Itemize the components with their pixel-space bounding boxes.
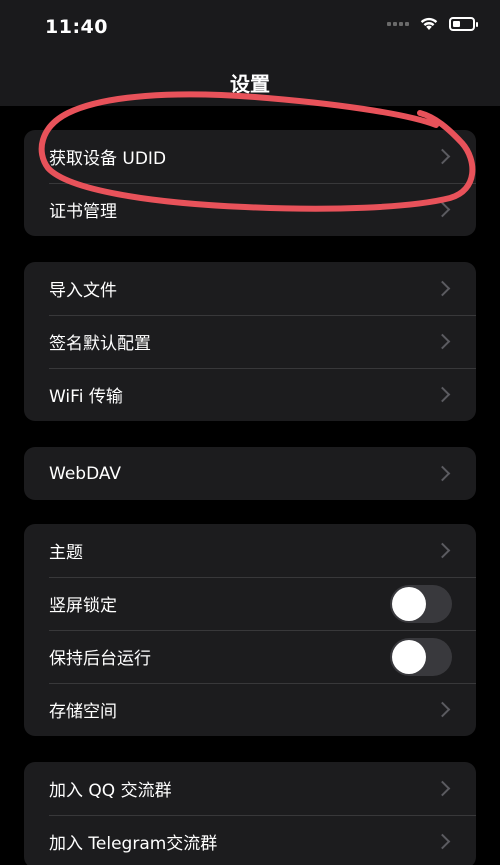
settings-screen: 11:40 设置 获取设备 UDID 证书管理 导入文件 签名默认配置 WiFi… bbox=[0, 0, 500, 865]
row-get-udid[interactable]: 获取设备 UDID bbox=[24, 130, 476, 183]
row-label: 主题 bbox=[49, 543, 83, 563]
status-icons bbox=[387, 16, 478, 31]
row-theme[interactable]: 主题 bbox=[24, 524, 476, 577]
row-join-telegram-group[interactable]: 加入 Telegram交流群 bbox=[24, 815, 476, 865]
keep-background-toggle[interactable] bbox=[390, 637, 452, 676]
settings-group-device: 获取设备 UDID 证书管理 bbox=[24, 130, 476, 236]
row-label: 存储空间 bbox=[49, 702, 117, 722]
chevron-right-icon bbox=[434, 333, 451, 350]
cellular-signal-icon bbox=[387, 21, 409, 26]
chevron-right-icon bbox=[434, 465, 451, 482]
row-storage[interactable]: 存储空间 bbox=[24, 683, 476, 736]
chevron-right-icon bbox=[434, 833, 451, 850]
chevron-right-icon bbox=[434, 780, 451, 797]
chevron-right-icon bbox=[434, 701, 451, 718]
navigation-header: 11:40 设置 bbox=[0, 0, 500, 106]
battery-icon bbox=[449, 16, 478, 31]
chevron-right-icon bbox=[434, 542, 451, 559]
settings-group-webdav: WebDAV bbox=[24, 447, 476, 500]
row-label: 加入 Telegram交流群 bbox=[49, 834, 218, 854]
row-label: 加入 QQ 交流群 bbox=[49, 781, 172, 801]
row-import-file[interactable]: 导入文件 bbox=[24, 262, 476, 315]
settings-group-files: 导入文件 签名默认配置 WiFi 传输 bbox=[24, 262, 476, 421]
row-wifi-transfer[interactable]: WiFi 传输 bbox=[24, 368, 476, 421]
row-label: WiFi 传输 bbox=[49, 387, 123, 407]
chevron-right-icon bbox=[434, 201, 451, 218]
row-label: WebDAV bbox=[49, 463, 122, 484]
toggle-knob bbox=[392, 586, 426, 621]
settings-group-community: 加入 QQ 交流群 加入 Telegram交流群 bbox=[24, 762, 476, 865]
row-signing-default-config[interactable]: 签名默认配置 bbox=[24, 315, 476, 368]
row-label: 竖屏锁定 bbox=[49, 596, 117, 616]
row-label: 签名默认配置 bbox=[49, 334, 151, 354]
row-label: 证书管理 bbox=[49, 202, 117, 222]
row-certificate-management[interactable]: 证书管理 bbox=[24, 183, 476, 236]
row-label: 获取设备 UDID bbox=[49, 149, 167, 169]
portrait-lock-toggle[interactable] bbox=[390, 584, 452, 623]
chevron-right-icon bbox=[434, 148, 451, 165]
page-title: 设置 bbox=[230, 72, 270, 96]
row-portrait-lock: 竖屏锁定 bbox=[24, 577, 476, 630]
row-join-qq-group[interactable]: 加入 QQ 交流群 bbox=[24, 762, 476, 815]
chevron-right-icon bbox=[434, 386, 451, 403]
row-label: 保持后台运行 bbox=[49, 649, 151, 669]
settings-group-preferences: 主题 竖屏锁定 保持后台运行 存储空间 bbox=[24, 524, 476, 736]
wifi-icon bbox=[420, 17, 438, 30]
status-time: 11:40 bbox=[45, 16, 108, 38]
row-keep-background: 保持后台运行 bbox=[24, 630, 476, 683]
row-label: 导入文件 bbox=[49, 281, 117, 301]
chevron-right-icon bbox=[434, 280, 451, 297]
toggle-knob bbox=[392, 639, 426, 674]
row-webdav[interactable]: WebDAV bbox=[24, 447, 476, 500]
